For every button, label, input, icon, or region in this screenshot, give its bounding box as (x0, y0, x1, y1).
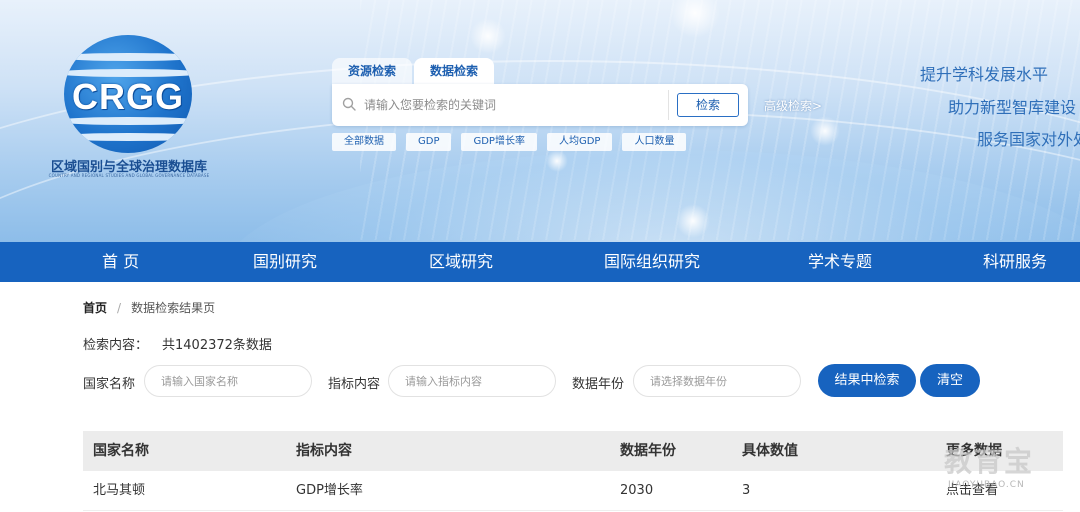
logo-en-name: COUNTRY AND REGIONAL STUDIES AND GLOBAL … (48, 173, 210, 178)
tag-gdp-growth[interactable]: GDP增长率 (461, 133, 537, 151)
col-header-country: 国家名称 (93, 443, 149, 459)
tag-gdp-per-capita[interactable]: 人均GDP (546, 133, 613, 151)
slogan-line-1: 提升学科发展水平 (920, 65, 1049, 84)
nav-item-regional-studies[interactable]: 区域研究 (429, 242, 493, 282)
country-filter-input[interactable] (144, 365, 312, 397)
banner-glow-decoration (810, 116, 840, 146)
nav-item-home[interactable]: 首 页 (102, 242, 139, 282)
summary-label: 检索内容： (83, 338, 149, 353)
cell-year: 2030 (620, 483, 654, 498)
country-filter-label: 国家名称 (83, 377, 136, 392)
year-filter-label: 数据年份 (572, 377, 625, 392)
logo-mark-text: CRGG (72, 76, 184, 117)
breadcrumb-current: 数据检索结果页 (131, 301, 216, 315)
indicator-filter-input[interactable] (388, 365, 556, 397)
search-button[interactable]: 检索 (677, 93, 739, 117)
tab-resource-search[interactable]: 资源检索 (332, 58, 413, 84)
advanced-search-link[interactable]: 高级检索> (764, 97, 822, 114)
site-logo[interactable]: CRGG 区域国别与全球治理数据库 COUNTRY AND REGIONAL S… (44, 30, 214, 180)
header-banner: CRGG 区域国别与全球治理数据库 COUNTRY AND REGIONAL S… (0, 0, 1080, 242)
tag-all-data[interactable]: 全部数据 (332, 133, 396, 151)
year-filter-input[interactable] (633, 365, 801, 397)
result-count: 共1402372条数据 (162, 338, 272, 353)
cell-value: 3 (742, 483, 751, 498)
slogan-line-2: 助力新型智库建设 (948, 98, 1077, 117)
view-more-link[interactable]: 点击查看 (946, 471, 998, 511)
nav-item-intl-org-studies[interactable]: 国际组织研究 (604, 242, 700, 282)
slogan-line-3: 服务国家对外处 (977, 130, 1080, 149)
result-summary: 检索内容： 共1402372条数据 (83, 334, 272, 353)
search-box: 检索 (332, 84, 748, 126)
search-tabs: 资源检索 数据检索 (332, 58, 496, 84)
banner-glow-decoration (676, 204, 710, 238)
tag-gdp[interactable]: GDP (406, 133, 452, 151)
breadcrumb-home[interactable]: 首页 (83, 301, 107, 315)
table-header: 国家名称 指标内容 数据年份 具体数值 更多数据 (83, 431, 1063, 471)
main-nav: 首 页 国别研究 区域研究 国际组织研究 学术专题 科研服务 (0, 242, 1080, 282)
nav-item-academic-topics[interactable]: 学术专题 (808, 242, 872, 282)
cell-country: 北马其顿 (93, 483, 146, 498)
table-row: 北马其顿 GDP增长率 2030 3 点击查看 (83, 471, 1063, 511)
results-table: 国家名称 指标内容 数据年份 具体数值 更多数据 北马其顿 GDP增长率 203… (83, 431, 1063, 511)
banner-glow-decoration (470, 18, 506, 54)
nav-item-research-services[interactable]: 科研服务 (983, 242, 1047, 282)
breadcrumb: 首页 / 数据检索结果页 (83, 299, 215, 316)
tab-data-search[interactable]: 数据检索 (414, 58, 495, 84)
clear-button[interactable]: 清空 (920, 364, 980, 397)
quick-tags: 全部数据 GDP GDP增长率 人均GDP 人口数量 (332, 133, 696, 151)
col-header-more: 更多数据 (946, 443, 1002, 459)
cell-indicator: GDP增长率 (296, 483, 363, 498)
search-icon (342, 97, 356, 111)
col-header-value: 具体数值 (742, 443, 798, 459)
indicator-filter-label: 指标内容 (328, 377, 381, 392)
breadcrumb-separator: / (117, 301, 122, 315)
nav-item-country-studies[interactable]: 国别研究 (253, 242, 317, 282)
col-header-year: 数据年份 (620, 443, 676, 459)
tag-population[interactable]: 人口数量 (622, 133, 687, 151)
search-divider (668, 90, 669, 120)
search-in-results-button[interactable]: 结果中检索 (818, 364, 916, 397)
banner-glow-decoration (546, 150, 568, 172)
search-input[interactable] (364, 92, 694, 118)
col-header-indicator: 指标内容 (296, 443, 352, 459)
